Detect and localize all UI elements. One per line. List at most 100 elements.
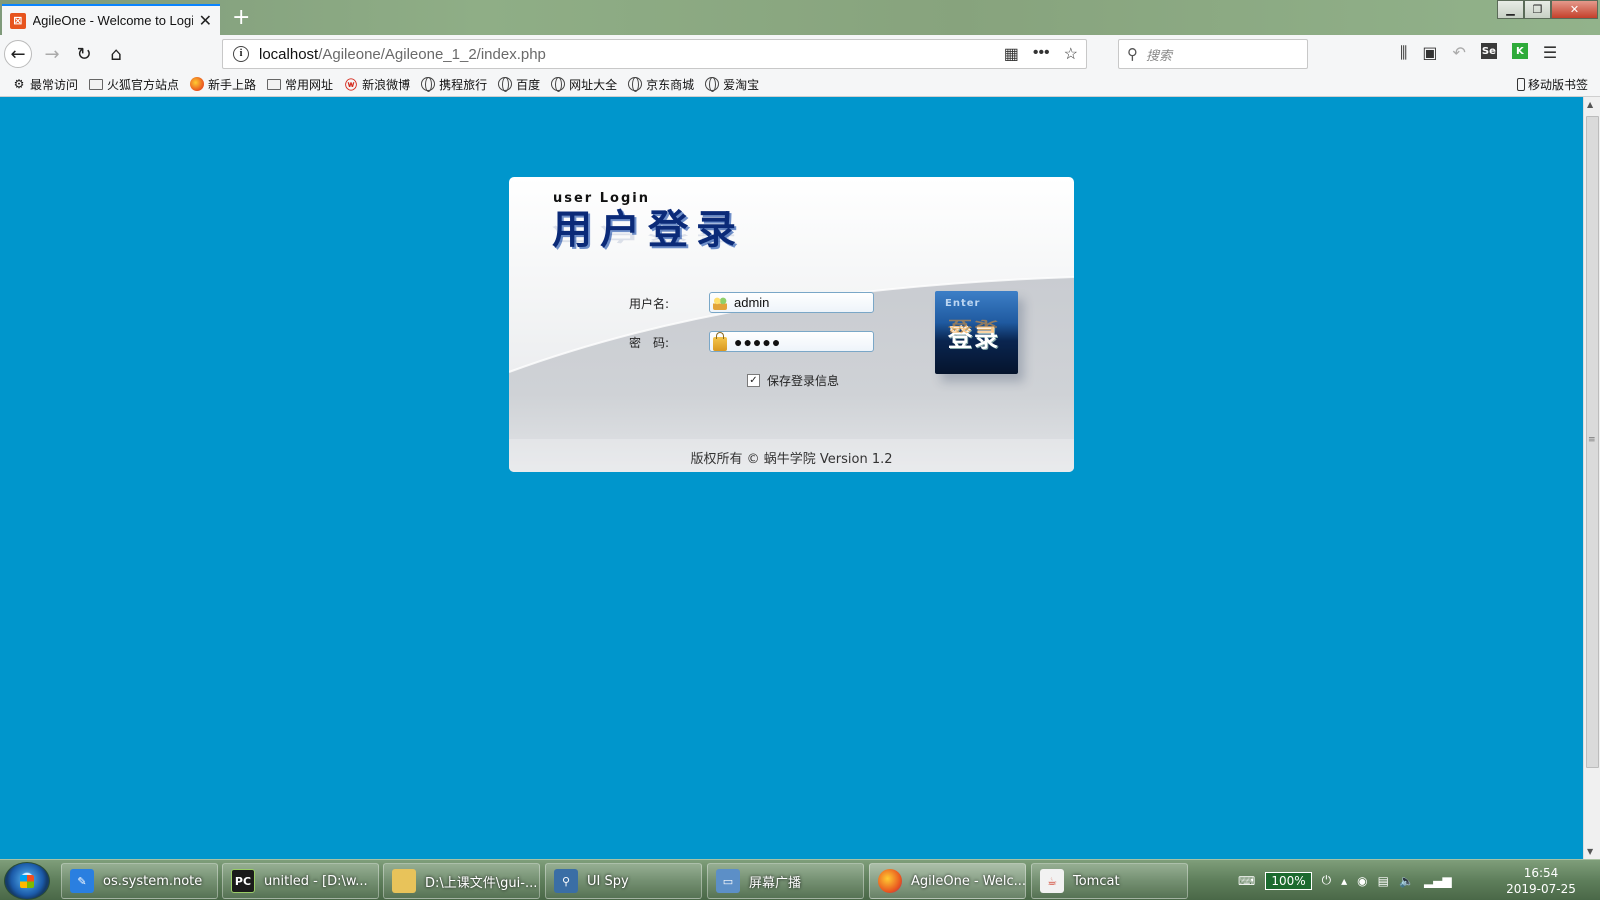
copyright-text: 版权所有 © 蜗牛学院 Version 1.2 [690,452,893,467]
scroll-down-icon[interactable]: ▼ [1587,847,1593,856]
folder-icon [392,869,416,893]
mobile-phone-icon [1516,78,1525,91]
title-bar: ⊠ AgileOne - Welcome to Logi ✕ + ▁ ❐ ✕ [0,0,1600,35]
clock-date: 2019-07-25 [1506,882,1576,896]
search-input[interactable]: ⚲ 搜索 [1118,39,1308,69]
globe-icon [498,77,513,92]
system-clock[interactable]: 16:54 2019-07-25 [1496,865,1586,897]
username-field[interactable]: admin [709,292,874,313]
vertical-scrollbar[interactable]: ▲ ≡ ▼ [1583,97,1600,859]
taskbar-item-label: AgileOne - Welc... [911,873,1026,889]
remember-label: 保存登录信息 [767,374,840,388]
globe-icon [421,77,436,92]
mobile-bookmarks[interactable]: 移动版书签 [1516,76,1588,93]
bookmark-item[interactable]: ⓦ 新浪微博 [344,76,410,93]
username-value: admin [734,295,770,310]
bookmark-item[interactable]: 网址大全 [551,76,617,93]
bookmark-item[interactable]: 百度 [498,76,540,93]
tray-expand-icon[interactable]: ▴ [1341,874,1347,888]
globe-icon [628,77,643,92]
login-button-reflection: 登录 [948,317,1000,335]
url-actions: ▦ ••• ☆ [1004,44,1078,64]
new-tab-button[interactable]: + [232,5,250,30]
remember-login[interactable]: ✓ 保存登录信息 [747,372,839,389]
bookmark-item[interactable]: 新手上路 [190,76,256,93]
signal-icon[interactable]: ▂▄▆ [1424,874,1452,888]
back-button[interactable]: ← [4,40,32,68]
taskbar-item-label: os.system.note [103,873,203,889]
home-button[interactable]: ⌂ [102,40,130,68]
browser-tab-active[interactable]: ⊠ AgileOne - Welcome to Logi ✕ [2,4,220,35]
login-panel: user Login 用户登录 用户登录 用户名: admin 密 码: ●●●… [509,177,1074,472]
bookmark-item[interactable]: 携程旅行 [421,76,487,93]
site-info-icon[interactable]: i [233,46,249,62]
taskbar-item[interactable]: ✎ os.system.note [61,863,218,899]
library-icon[interactable]: ⫼ [1400,43,1407,63]
bookmark-label: 京东商城 [646,77,695,92]
taskbar-item-active[interactable]: AgileOne - Welc... [869,863,1026,899]
taskbar-item[interactable]: ⚲ UI Spy [545,863,702,899]
login-subtitle: user Login [553,191,650,206]
url-bar[interactable]: i localhost/Agileone/Agileone_1_2/index.… [222,39,1087,69]
taskbar-item-label: Tomcat [1073,873,1120,889]
remember-checkbox[interactable]: ✓ [747,374,760,387]
firefox-icon [878,869,902,893]
power-plug-icon[interactable]: ⏻ [1322,873,1332,888]
scroll-grip-icon: ≡ [1588,435,1596,445]
forward-button[interactable]: → [38,40,66,68]
taskbar-item[interactable]: PC unitled - [D:\w... [222,863,379,899]
battery-indicator[interactable]: 100% [1265,871,1312,890]
minimize-button[interactable]: ▁ [1497,0,1524,19]
globe-icon [551,77,566,92]
bookmark-item[interactable]: 火狐官方站点 [89,76,179,93]
volume-icon[interactable]: 🔈 [1399,874,1414,888]
login-title-reflection: 用户登录 [552,222,744,244]
window-controls: ▁ ❐ ✕ [1497,0,1598,20]
tab-close-icon[interactable]: ✕ [199,11,212,30]
bookmark-item[interactable]: ⚙ 最常访问 [12,76,78,93]
katalon-icon[interactable]: K [1511,43,1528,59]
login-button[interactable]: Enter 登录 登录 [935,291,1018,374]
network-icon[interactable]: ▤ [1378,874,1389,888]
bookmark-label: 最常访问 [30,77,79,92]
page-actions-icon[interactable]: ••• [1033,44,1050,64]
system-tray: ⌨ 100% ⏻ ▴ ◉ ▤ 🔈 ▂▄▆ [1238,860,1452,900]
weibo-icon: ⓦ [345,77,358,92]
search-icon: ⚲ [1127,45,1138,63]
folder-icon [267,78,282,90]
keyboard-icon[interactable]: ⌨ [1238,874,1255,888]
sidebar-icon[interactable]: ▣ [1422,43,1437,63]
restore-button[interactable]: ❐ [1524,0,1551,19]
url-host: localhost [259,45,319,63]
reload-button[interactable]: ↻ [70,40,98,68]
bookmark-label: 爱淘宝 [723,77,760,92]
bookmarks-toolbar: ⚙ 最常访问 火狐官方站点 新手上路 常用网址 ⓦ 新浪微博 携程旅行 百度 网址大… [0,72,1600,97]
undo-icon[interactable]: ↶ [1453,43,1466,63]
java-icon: ☕ [1040,869,1064,893]
taskbar-item[interactable]: ☕ Tomcat [1031,863,1188,899]
pycharm-icon: PC [231,869,255,893]
bookmark-item[interactable]: 京东商城 [628,76,694,93]
selenium-icon[interactable]: Se [1480,43,1497,59]
taskbar-item-label: unitled - [D:\w... [264,873,368,889]
taskbar-item[interactable]: D:\上课文件\gui-... [383,863,540,899]
qr-code-icon[interactable]: ▦ [1004,44,1019,64]
password-value: ●●●●● [734,333,782,350]
bookmark-item[interactable]: 爱淘宝 [705,76,759,93]
firefox-icon [190,77,205,91]
taskbar-item[interactable]: ▭ 屏幕广播 [707,863,864,899]
menu-icon[interactable]: ☰ [1543,43,1557,63]
bookmark-star-icon[interactable]: ☆ [1064,44,1078,64]
start-button[interactable] [4,862,50,900]
navigation-toolbar: ← → ↻ ⌂ i localhost/Agileone/Agileone_1_… [0,35,1600,72]
bookmark-item[interactable]: 常用网址 [267,76,333,93]
password-field[interactable]: ●●●●● [709,331,874,352]
scroll-up-icon[interactable]: ▲ [1587,100,1593,109]
gear-icon: ⚙ [13,77,25,91]
toolbar-icons: ⫼ ▣ ↶ Se K ☰ [1400,43,1557,63]
qq-icon[interactable]: ◉ [1357,874,1367,888]
close-window-button[interactable]: ✕ [1551,0,1598,19]
bookmark-label: 常用网址 [285,77,334,92]
search-placeholder: 搜索 [1146,48,1173,64]
bookmark-label: 新浪微博 [362,77,411,92]
